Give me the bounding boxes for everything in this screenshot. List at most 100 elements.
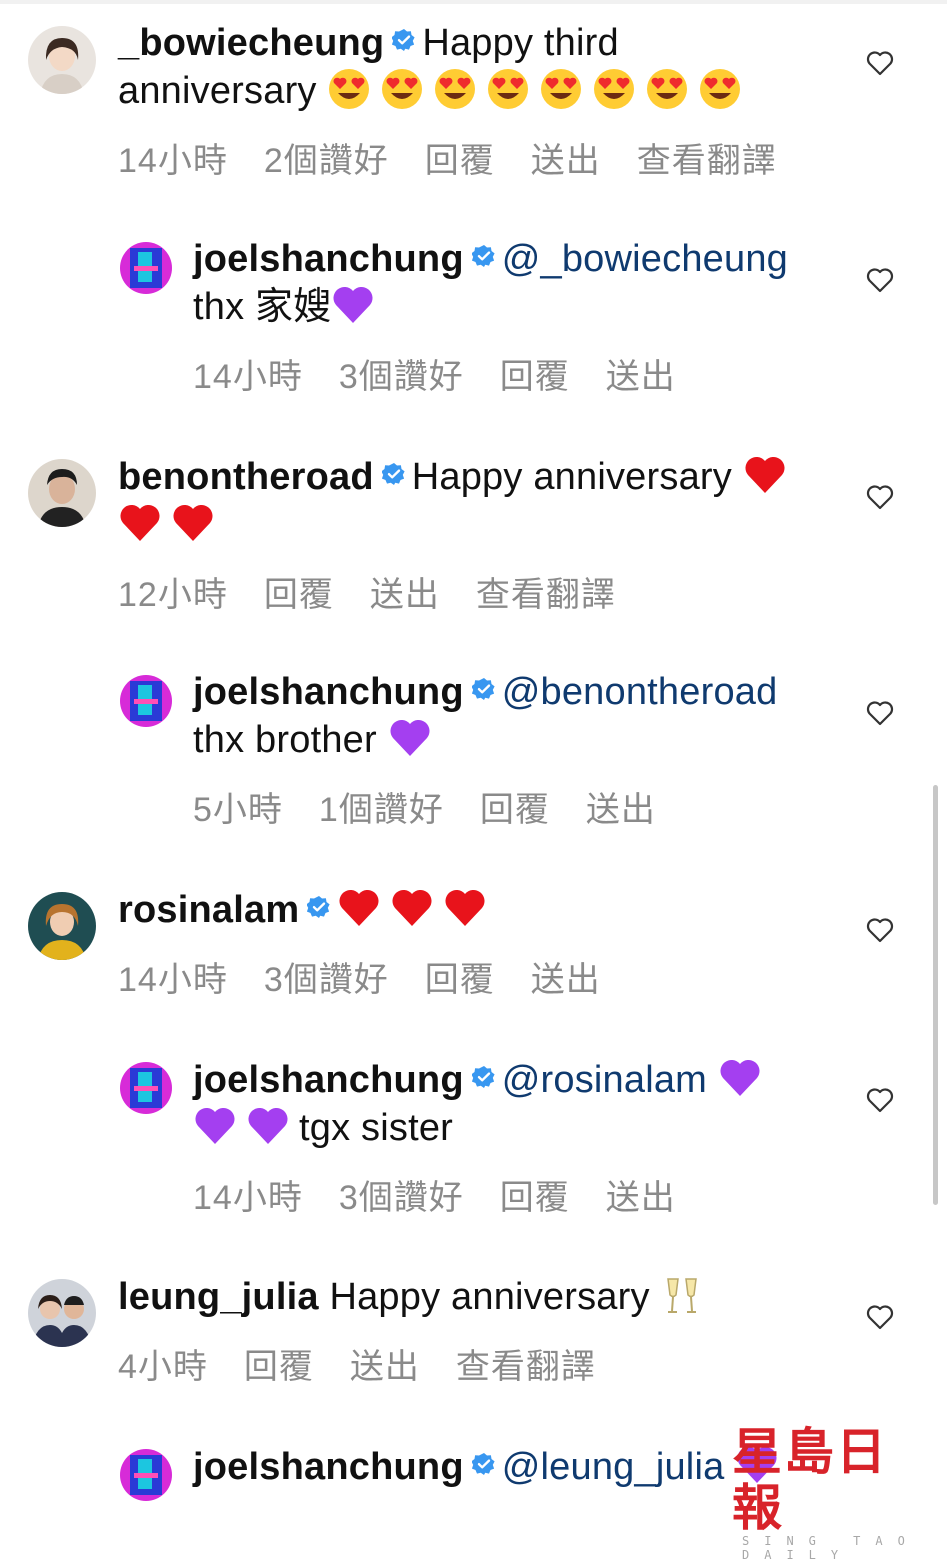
send-button[interactable]: 送出 — [606, 1179, 676, 1217]
translate-button[interactable]: 查看翻譯 — [476, 576, 616, 614]
purple-heart-emoji-icon — [388, 716, 432, 760]
verified-badge-icon — [471, 1453, 495, 1475]
send-button[interactable]: 送出 — [531, 961, 601, 999]
avatar[interactable] — [120, 1062, 172, 1114]
comment-text: joelshanchung @_bowiecheung thx 家嫂 — [193, 236, 833, 331]
verified-badge-icon — [471, 245, 495, 267]
reply-button[interactable]: 回覆 — [480, 791, 550, 829]
verified-badge-icon — [392, 29, 415, 51]
like-heart-icon[interactable] — [866, 484, 894, 510]
mention-link[interactable]: @leung_julia — [502, 1446, 725, 1488]
username[interactable]: leung_julia — [118, 1276, 319, 1318]
likes-count[interactable]: 3個讚好 — [339, 1179, 464, 1217]
red-heart-emoji-icon — [118, 501, 162, 545]
purple-heart-emoji-icon — [331, 283, 375, 327]
timestamp: 14小時 — [193, 1179, 303, 1217]
comment-meta: 14小時 3個讚好 回覆 送出 — [193, 1170, 833, 1219]
username[interactable]: _bowiecheung — [118, 22, 384, 64]
watermark-subtitle: SING TAO DAILY — [742, 1534, 920, 1562]
likes-count[interactable]: 3個讚好 — [339, 358, 464, 396]
comment-message: thx 家嫂 — [193, 286, 332, 328]
timestamp: 14小時 — [118, 961, 228, 999]
timestamp: 14小時 — [193, 358, 303, 396]
avatar[interactable] — [28, 459, 96, 527]
red-heart-emoji-icon — [171, 501, 215, 545]
comment-text: joelshanchung @rosinalam tgx sister — [193, 1056, 833, 1152]
translate-button[interactable]: 查看翻譯 — [637, 142, 777, 180]
red-heart-emoji-icon — [337, 886, 381, 930]
mention-link[interactable]: @_bowiecheung — [502, 238, 788, 280]
comment-message: tgx sister — [299, 1107, 454, 1149]
timestamp: 12小時 — [118, 576, 228, 614]
comment-meta: 5小時 1個讚好 回覆 送出 — [193, 782, 833, 831]
mention-link[interactable]: @benontheroad — [502, 671, 778, 713]
send-button[interactable]: 送出 — [606, 358, 676, 396]
likes-count[interactable]: 1個讚好 — [319, 791, 444, 829]
verified-badge-icon — [307, 896, 330, 918]
avatar[interactable] — [28, 1279, 96, 1347]
comment-text: leung_julia Happy anniversary — [118, 1273, 818, 1321]
comment-body: benontheroad Happy anniversary 12小時 回覆 送出 查看… — [118, 453, 818, 616]
heart-eyes-emoji-icon — [486, 67, 530, 111]
red-heart-emoji-icon — [743, 453, 787, 497]
timestamp: 5小時 — [193, 791, 283, 829]
red-heart-emoji-icon — [443, 886, 487, 930]
like-heart-icon[interactable] — [866, 1304, 894, 1330]
like-heart-icon[interactable] — [866, 50, 894, 76]
send-button[interactable]: 送出 — [370, 576, 440, 614]
purple-heart-emoji-icon — [718, 1056, 762, 1100]
top-divider — [0, 0, 947, 4]
heart-eyes-emoji-icon — [592, 67, 636, 111]
comment-body: leung_julia Happy anniversary 4小時 回覆 送出 查看翻… — [118, 1273, 818, 1388]
likes-count[interactable]: 3個讚好 — [264, 961, 389, 999]
mention-link[interactable]: @rosinalam — [502, 1059, 707, 1101]
scrollbar[interactable] — [933, 785, 938, 1205]
like-heart-icon[interactable] — [866, 1087, 894, 1113]
comment-meta: 4小時 回覆 送出 查看翻譯 — [118, 1339, 818, 1388]
heart-eyes-emoji-icon — [433, 67, 477, 111]
heart-eyes-emoji-icon — [645, 67, 689, 111]
verified-badge-icon — [471, 678, 495, 700]
reply-button[interactable]: 回覆 — [500, 1179, 570, 1217]
comment-meta: 12小時 回覆 送出 查看翻譯 — [118, 567, 818, 616]
likes-count[interactable]: 2個讚好 — [264, 142, 389, 180]
avatar[interactable] — [28, 26, 96, 94]
username[interactable]: joelshanchung — [193, 1446, 464, 1488]
like-heart-icon[interactable] — [866, 267, 894, 293]
reply-button[interactable]: 回覆 — [425, 961, 495, 999]
like-heart-icon[interactable] — [866, 917, 894, 943]
send-button[interactable]: 送出 — [350, 1348, 420, 1386]
send-button[interactable]: 送出 — [586, 791, 656, 829]
red-heart-emoji-icon — [390, 886, 434, 930]
username[interactable]: benontheroad — [118, 456, 374, 498]
avatar[interactable] — [120, 675, 172, 727]
avatar[interactable] — [120, 1449, 172, 1501]
comment-message: Happy anniversary — [411, 456, 732, 498]
comment-text: _bowiecheung Happy third anniversary — [118, 20, 818, 115]
reply-button[interactable]: 回覆 — [264, 576, 334, 614]
avatar[interactable] — [28, 892, 96, 960]
reply-button[interactable]: 回覆 — [244, 1348, 314, 1386]
timestamp: 14小時 — [118, 142, 228, 180]
reply-button[interactable]: 回覆 — [425, 142, 495, 180]
translate-button[interactable]: 查看翻譯 — [456, 1348, 596, 1386]
comment-meta: 14小時 3個讚好 回覆 送出 — [118, 952, 818, 1001]
avatar[interactable] — [120, 242, 172, 294]
reply-button[interactable]: 回覆 — [500, 358, 570, 396]
purple-heart-emoji-icon — [246, 1104, 290, 1148]
username[interactable]: rosinalam — [118, 889, 299, 931]
heart-eyes-emoji-icon — [698, 67, 742, 111]
comment-body: _bowiecheung Happy third anniversary 14小時… — [118, 20, 818, 182]
clinking-glasses-emoji-icon — [660, 1273, 704, 1317]
username[interactable]: joelshanchung — [193, 1059, 464, 1101]
comment-text: benontheroad Happy anniversary — [118, 453, 818, 549]
send-button[interactable]: 送出 — [531, 142, 601, 180]
purple-heart-emoji-icon — [193, 1104, 237, 1148]
comment-body: joelshanchung @benontheroad thx brother 5… — [193, 669, 833, 831]
watermark-logo: 星島日報 SING TAO DAILY — [732, 1424, 932, 1562]
comment-meta: 14小時 2個讚好 回覆 送出 查看翻譯 — [118, 133, 818, 182]
username[interactable]: joelshanchung — [193, 671, 464, 713]
like-heart-icon[interactable] — [866, 700, 894, 726]
username[interactable]: joelshanchung — [193, 238, 464, 280]
timestamp: 4小時 — [118, 1348, 208, 1386]
